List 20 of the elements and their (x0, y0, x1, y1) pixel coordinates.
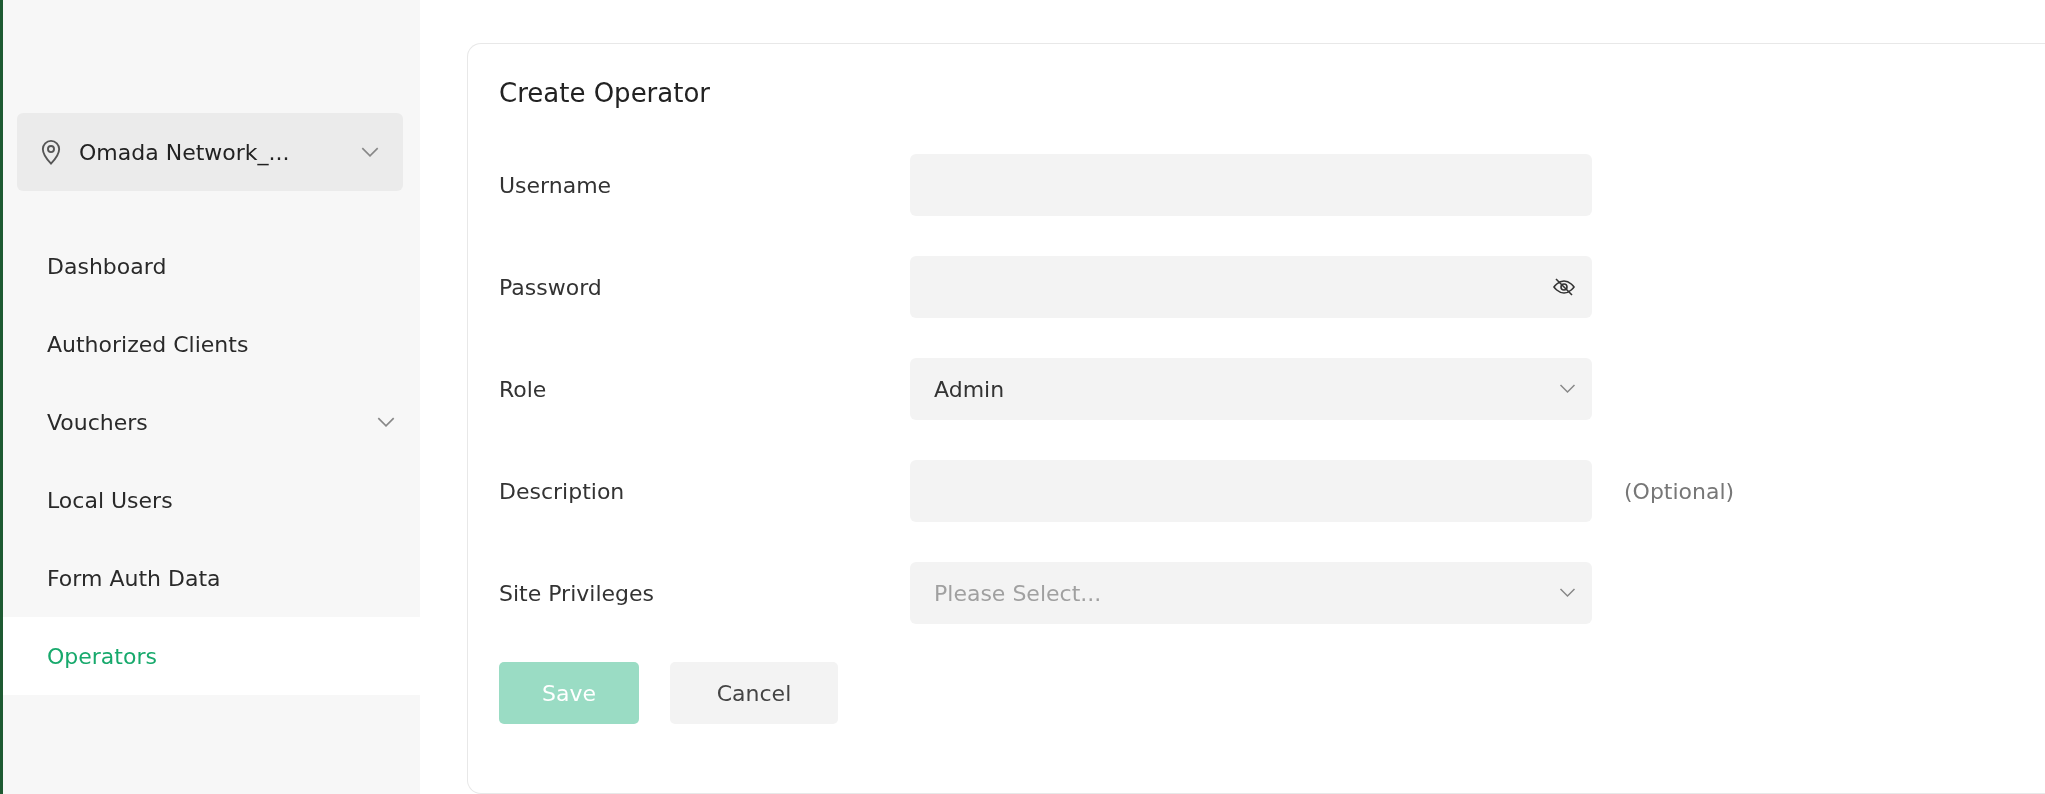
chevron-down-icon (1559, 384, 1576, 394)
field-label: Password (499, 274, 603, 300)
sidebar-item[interactable]: Form Auth Data (3, 539, 420, 617)
chevron-down-icon (361, 146, 379, 158)
sidebar-item[interactable]: Authorized Clients (3, 305, 420, 383)
sidebar-item[interactable]: Local Users (3, 461, 420, 539)
site-selector[interactable]: Omada Network_... (17, 113, 403, 191)
field-label: Username (499, 172, 613, 198)
field-label: Role (499, 376, 548, 402)
chevron-down-icon (1559, 588, 1576, 598)
select-field[interactable]: Admin (910, 358, 1592, 420)
sidebar-item[interactable]: Dashboard (3, 227, 420, 305)
password-field[interactable] (910, 256, 1592, 318)
optional-note: (Optional) (1624, 478, 1735, 504)
chevron-down-icon (377, 416, 395, 428)
field-label: Site Privileges (499, 580, 655, 606)
cancel-button[interactable]: Cancel (670, 662, 838, 724)
sidebar-item[interactable]: Vouchers (3, 383, 420, 461)
form-title: Create Operator (499, 78, 712, 108)
field-label: Description (499, 478, 626, 504)
